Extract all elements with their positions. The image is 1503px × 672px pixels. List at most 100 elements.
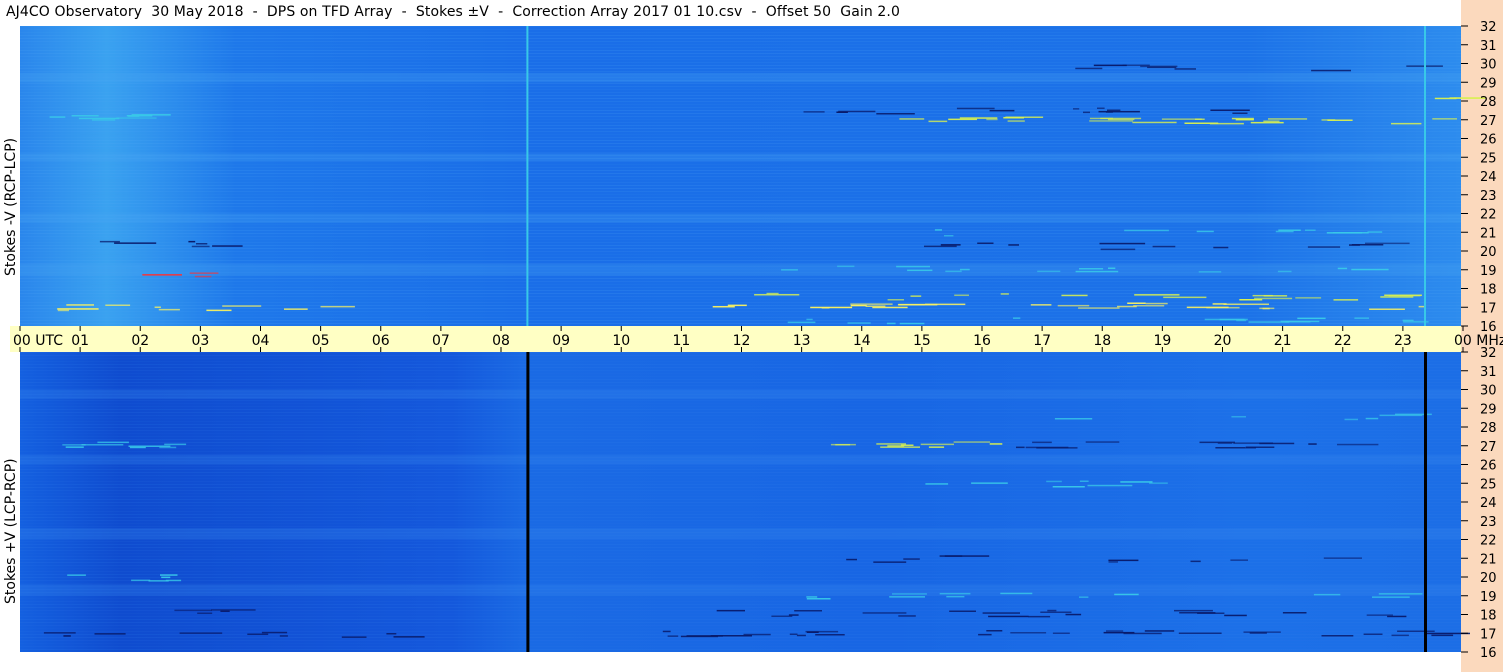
signal-streak xyxy=(1295,297,1322,299)
signal-streak xyxy=(1079,268,1104,270)
signal-streak xyxy=(1144,630,1175,632)
freq-tick-label: 28 xyxy=(1480,95,1497,110)
signal-streak xyxy=(1106,630,1124,632)
frequency-band xyxy=(20,389,1461,399)
signal-streak xyxy=(1259,442,1295,445)
freq-tick-label: 16 xyxy=(1480,320,1497,335)
spectrogram-chart: 00 UTC 01 02 03 04 05 06 07 08 09 10 11 12 13 14 15 16 17… xyxy=(13,20,1503,661)
signal-streak xyxy=(148,580,169,582)
band-stripe xyxy=(20,649,1461,650)
signal-streak xyxy=(1127,302,1146,304)
band-stripe xyxy=(20,212,1461,213)
signal-streak xyxy=(66,304,94,306)
band-stripe xyxy=(20,646,1461,647)
signal-streak xyxy=(1065,613,1082,616)
signal-streak xyxy=(978,633,992,636)
signal-streak xyxy=(65,446,84,448)
signal-streak xyxy=(796,634,806,637)
band-stripe xyxy=(20,323,1461,324)
band-stripe xyxy=(20,493,1461,494)
band-stripe xyxy=(20,191,1461,192)
signal-streak xyxy=(1098,110,1140,113)
signal-streak xyxy=(62,444,86,446)
signal-streak xyxy=(196,243,208,245)
signal-streak xyxy=(934,229,942,231)
signal-streak xyxy=(1089,120,1133,122)
band-stripe xyxy=(20,125,1461,126)
signal-streak xyxy=(716,609,745,612)
signal-streak xyxy=(899,322,925,325)
signal-streak xyxy=(1252,294,1273,297)
band-stripe xyxy=(20,44,1461,45)
signal-streak xyxy=(1075,270,1119,273)
signal-streak xyxy=(1397,630,1435,632)
signal-streak xyxy=(1254,297,1293,300)
signal-streak xyxy=(1344,418,1358,421)
freq-tick-label: 20 xyxy=(1480,245,1497,260)
signal-streak xyxy=(279,635,288,637)
signal-streak xyxy=(1378,593,1423,595)
band-stripe xyxy=(20,517,1461,518)
freq-tick-label: 32 xyxy=(1480,20,1497,35)
signal-streak xyxy=(712,306,735,308)
signal-streak xyxy=(81,444,124,446)
band-stripe xyxy=(20,613,1461,614)
band-stripe xyxy=(20,541,1461,542)
band-stripe xyxy=(20,89,1461,90)
spectrogram-window: AJ4CO Observatory 30 May 2018 - DPS on T… xyxy=(0,0,1503,672)
vertical-marker-line-1 xyxy=(526,352,530,652)
signal-streak xyxy=(794,610,822,612)
signal-streak xyxy=(1215,447,1246,449)
band-stripe xyxy=(20,382,1461,383)
band-stripe xyxy=(20,314,1461,315)
signal-streak xyxy=(92,119,116,121)
signal-streak xyxy=(1432,118,1457,120)
freq-tick-label: 26 xyxy=(1480,133,1497,148)
signal-streak xyxy=(1367,231,1383,233)
band-stripe xyxy=(20,38,1461,39)
signal-streak xyxy=(1010,632,1047,634)
band-stripe xyxy=(20,478,1461,479)
signal-streak xyxy=(1174,68,1196,70)
band-stripe xyxy=(20,547,1461,548)
signal-streak xyxy=(787,321,816,324)
band-stripe xyxy=(20,544,1461,545)
band-stripe xyxy=(20,50,1461,51)
signal-streak xyxy=(1093,64,1127,67)
signal-streak xyxy=(1032,441,1052,444)
signal-streak xyxy=(789,633,798,635)
signal-streak xyxy=(71,115,99,117)
band-stripe xyxy=(20,206,1461,207)
signal-streak xyxy=(222,305,262,307)
band-stripe xyxy=(20,161,1461,162)
signal-streak xyxy=(1224,614,1247,617)
signal-streak xyxy=(105,304,131,306)
band-stripe xyxy=(20,188,1461,189)
signal-streak xyxy=(1305,229,1316,231)
signal-streak xyxy=(887,299,904,301)
signal-streak xyxy=(1236,319,1247,322)
band-stripe xyxy=(20,302,1461,303)
signal-streak xyxy=(924,245,957,248)
band-stripe xyxy=(20,194,1461,195)
band-stripe xyxy=(20,290,1461,291)
signal-streak xyxy=(211,609,256,611)
band-stripe xyxy=(20,526,1461,527)
freq-tick-label: 22 xyxy=(1480,208,1497,223)
signal-streak xyxy=(1323,557,1362,559)
band-stripe xyxy=(20,224,1461,225)
band-stripe xyxy=(20,496,1461,497)
signal-streak xyxy=(1016,446,1025,449)
signal-streak xyxy=(128,115,140,117)
signal-streak xyxy=(1087,484,1133,487)
vertical-marker-line-1 xyxy=(526,26,529,326)
band-stripe xyxy=(20,514,1461,515)
band-stripe xyxy=(20,565,1461,566)
band-stripe xyxy=(20,86,1461,87)
time-tick-label: 08 xyxy=(492,333,510,349)
time-tick-label: 09 xyxy=(552,333,570,349)
signal-streak xyxy=(1308,443,1317,445)
signal-streak xyxy=(1122,64,1150,66)
signal-streak xyxy=(161,576,171,579)
band-stripe xyxy=(20,296,1461,297)
